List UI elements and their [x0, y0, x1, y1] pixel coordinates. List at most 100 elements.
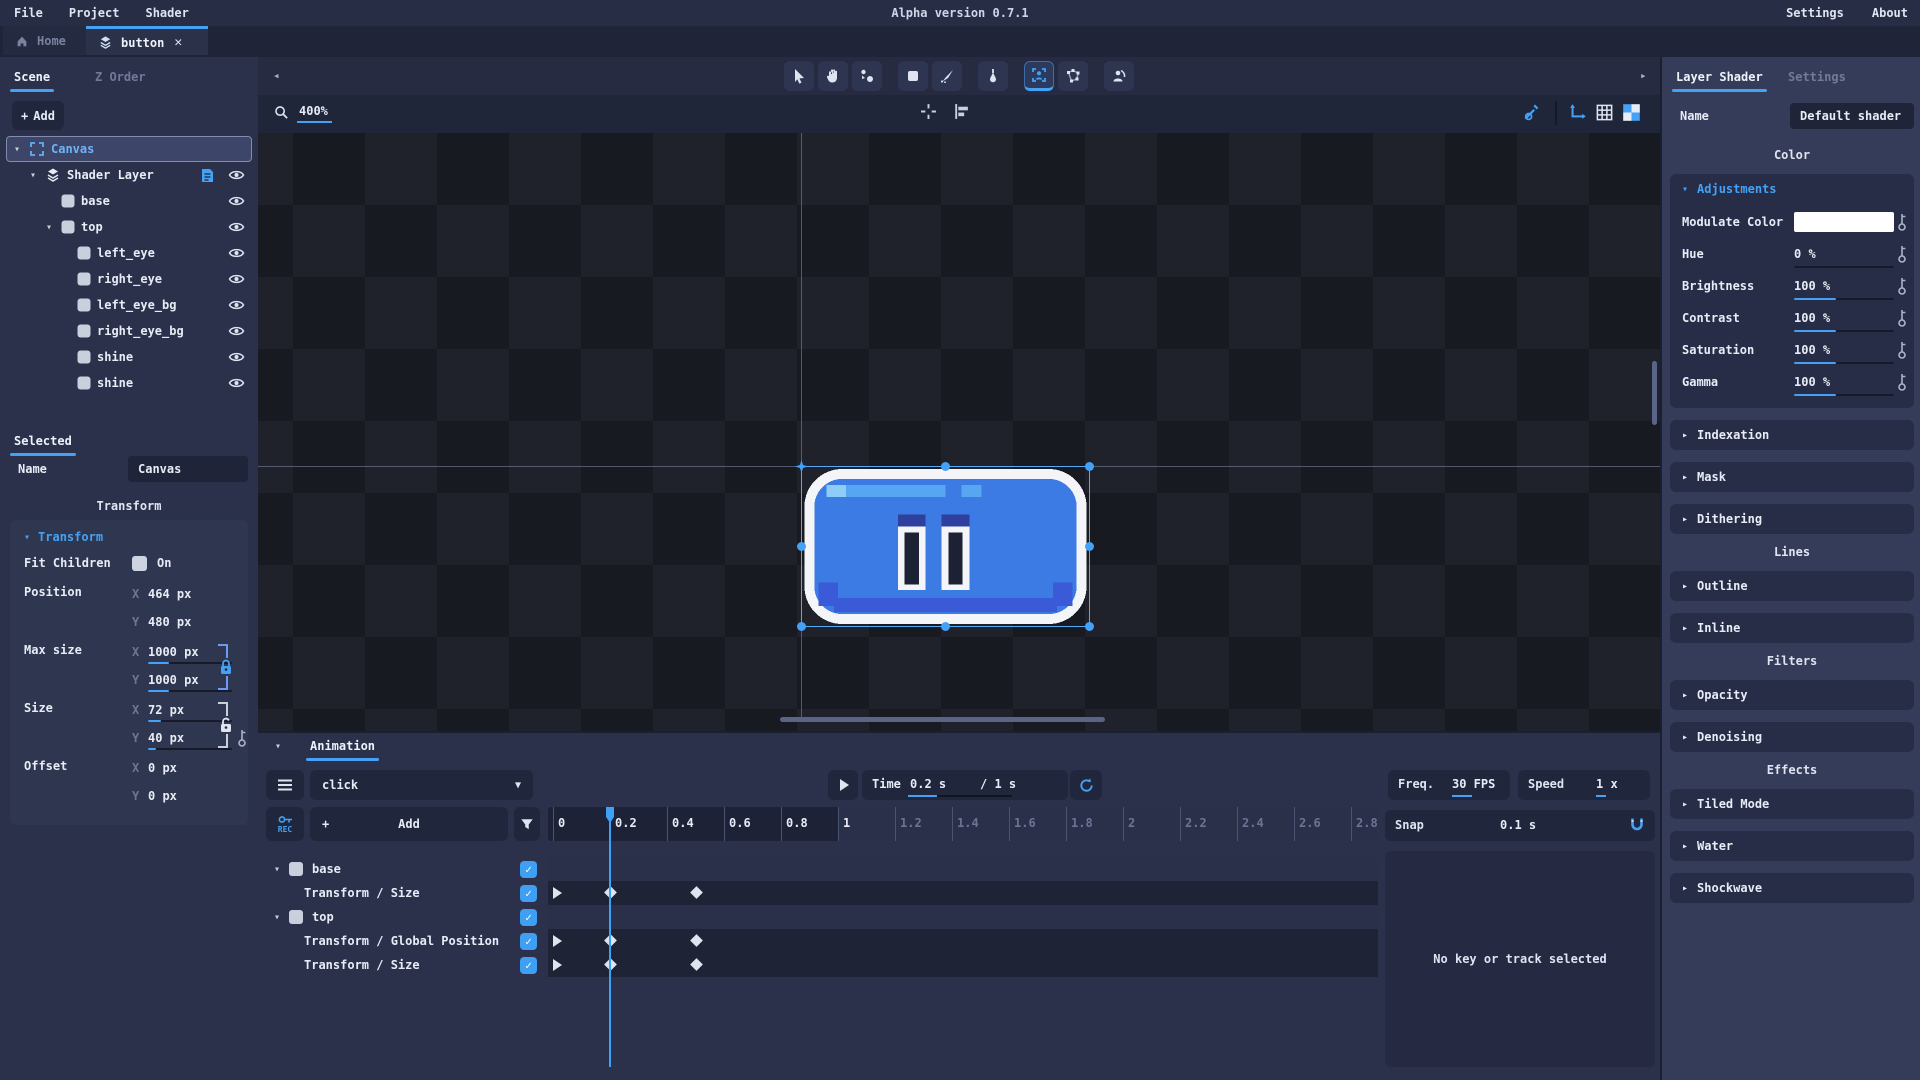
add-track-button[interactable]: + Add [310, 807, 508, 841]
value-field[interactable]: 40 px [148, 731, 206, 745]
script-icon[interactable] [201, 168, 214, 183]
magnet-icon[interactable] [1629, 817, 1645, 833]
keyframe-icon[interactable] [1896, 340, 1908, 360]
selection-handle[interactable] [941, 622, 950, 631]
value-slider[interactable] [1794, 330, 1894, 332]
section-header-adjustments[interactable]: ▾Adjustments [1670, 174, 1914, 204]
track-row-top[interactable]: ▾top✓ [265, 905, 541, 929]
tree-row-base[interactable]: base [6, 188, 252, 214]
eye-icon[interactable] [228, 169, 245, 181]
chevron-down-icon[interactable]: ▾ [27, 170, 39, 181]
value-slider[interactable] [148, 690, 232, 692]
section-header-shockwave[interactable]: ▸Shockwave [1670, 873, 1914, 903]
tree-row-shine[interactable]: shine [6, 344, 252, 370]
keyframe-icon[interactable] [236, 728, 248, 748]
tab-scene[interactable]: Scene [14, 70, 50, 84]
collapse-animation-icon[interactable]: ▾ [275, 741, 281, 752]
tab-selected[interactable]: Selected [14, 434, 72, 448]
track-row-transform-size[interactable]: Transform / Size✓ [265, 953, 541, 977]
keyframe-icon[interactable] [1896, 212, 1908, 232]
tab-home[interactable]: Home [3, 26, 87, 55]
eye-icon[interactable] [228, 247, 245, 259]
time-slider[interactable] [908, 795, 1012, 797]
value-slider[interactable] [1794, 266, 1894, 268]
animation-clip-select[interactable]: click ▼ [310, 770, 533, 800]
center-view-icon[interactable] [920, 103, 937, 120]
keyframe-triangle[interactable] [553, 887, 562, 899]
axes-gizmo-icon[interactable] [1567, 103, 1587, 123]
selection-box[interactable] [801, 466, 1090, 627]
value-field[interactable]: 464 px [148, 587, 206, 601]
auto-stylus-icon[interactable] [1522, 102, 1542, 122]
section-header-tiled-mode[interactable]: ▸Tiled Mode [1670, 789, 1914, 819]
track-lane-transform-global-position[interactable] [548, 929, 1378, 953]
track-row-transform-size[interactable]: Transform / Size✓ [265, 881, 541, 905]
align-left-icon[interactable] [953, 103, 970, 120]
selection-handle[interactable] [1085, 462, 1094, 471]
horizontal-scrollbar[interactable] [780, 717, 1105, 722]
tree-row-left-eye-bg[interactable]: left_eye_bg [6, 292, 252, 318]
filter-tracks-button[interactable] [514, 807, 540, 841]
keyframe-triangle[interactable] [553, 935, 562, 947]
keyframe-triangle[interactable] [553, 959, 562, 971]
section-header-opacity[interactable]: ▸Opacity [1670, 680, 1914, 710]
tree-row-shine[interactable]: shine [6, 370, 252, 396]
selection-handle[interactable] [941, 462, 950, 471]
eye-icon[interactable] [228, 299, 245, 311]
loop-button[interactable] [1070, 770, 1102, 800]
menu-about[interactable]: About [1872, 6, 1908, 20]
play-button[interactable] [828, 770, 858, 800]
node-name-input[interactable] [128, 456, 248, 482]
timeline-ruler[interactable]: 00.20.40.60.811.21.41.61.822.22.42.62.8 [548, 807, 1378, 841]
pan-tool[interactable] [818, 61, 848, 91]
track-enabled-checkbox[interactable]: ✓ [520, 933, 537, 950]
fit-children-checkbox[interactable] [132, 556, 147, 571]
speed-value[interactable]: 1 x [1596, 777, 1618, 791]
tree-row-canvas[interactable]: ▾Canvas [6, 136, 252, 162]
tree-row-shader-layer[interactable]: ▾Shader Layer [6, 162, 252, 188]
tree-row-right-eye-bg[interactable]: right_eye_bg [6, 318, 252, 344]
menu-settings[interactable]: Settings [1786, 6, 1844, 20]
move-points-tool[interactable] [852, 61, 882, 91]
section-header-indexation[interactable]: ▸Indexation [1670, 420, 1914, 450]
value-field[interactable]: 480 px [148, 615, 206, 629]
tree-row-left-eye[interactable]: left_eye [6, 240, 252, 266]
keyframe-icon[interactable] [1896, 244, 1908, 264]
brush-tool[interactable] [932, 61, 962, 91]
close-tab-icon[interactable]: ✕ [174, 35, 182, 50]
grid-icon[interactable] [1595, 103, 1614, 122]
eye-icon[interactable] [228, 325, 245, 337]
value-field[interactable]: 1000 px [148, 645, 206, 659]
eye-icon[interactable] [228, 221, 245, 233]
track-enabled-checkbox[interactable]: ✓ [520, 909, 537, 926]
value-field[interactable]: 0 % [1794, 247, 1898, 261]
transparency-icon[interactable] [1622, 103, 1641, 122]
chevron-down-icon[interactable]: ▾ [11, 144, 23, 155]
track-lane-transform-size[interactable] [548, 881, 1378, 906]
rect-tool[interactable] [898, 61, 928, 91]
chevron-down-icon[interactable]: ▾ [271, 864, 283, 875]
keyframe-icon[interactable] [1896, 372, 1908, 392]
button-sprite[interactable] [802, 467, 1089, 626]
track-enabled-checkbox[interactable]: ✓ [520, 861, 537, 878]
playhead-line[interactable] [609, 807, 611, 1067]
shader-name-input[interactable] [1790, 103, 1914, 129]
track-lane-transform-size[interactable] [548, 953, 1378, 977]
value-slider[interactable] [1794, 394, 1894, 396]
keyframe-diamond[interactable] [690, 958, 703, 971]
selection-handle[interactable] [797, 622, 806, 631]
menu-file[interactable]: File [14, 6, 43, 20]
value-slider[interactable] [1794, 298, 1894, 300]
pipette-tool[interactable] [978, 61, 1008, 91]
tab-layer-shader[interactable]: Layer Shader [1676, 70, 1763, 84]
value-field[interactable]: 100 % [1794, 311, 1898, 325]
keyframe-icon[interactable] [1896, 276, 1908, 296]
section-header-outline[interactable]: ▸Outline [1670, 571, 1914, 601]
select-tool[interactable] [784, 61, 814, 91]
track-lane-top[interactable] [548, 905, 1378, 929]
keyframe-diamond[interactable] [690, 934, 703, 947]
lock-open-icon[interactable] [218, 716, 234, 734]
add-node-button[interactable]: + Add [12, 101, 64, 130]
tab-settings[interactable]: Settings [1788, 70, 1846, 84]
selection-handle[interactable] [1085, 542, 1094, 551]
